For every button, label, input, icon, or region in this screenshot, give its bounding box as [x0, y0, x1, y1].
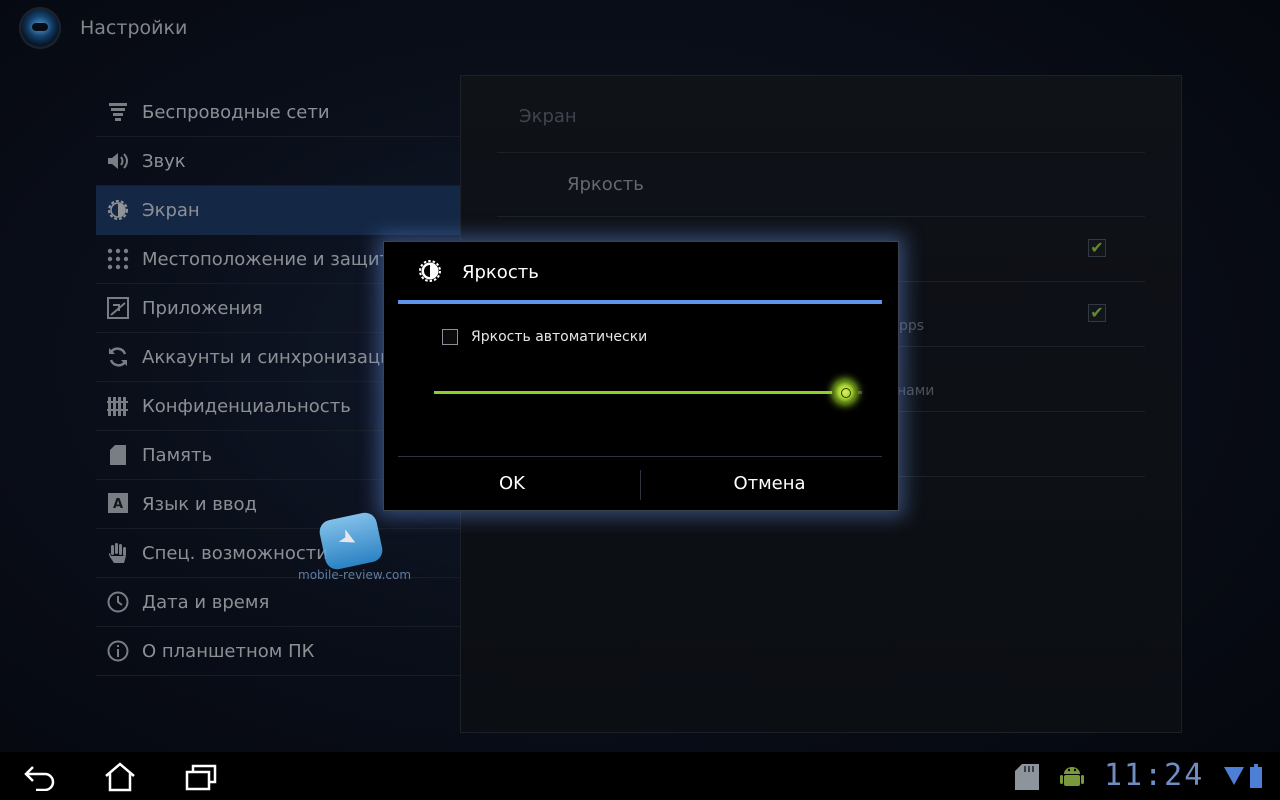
sd-card-notification-icon[interactable]: [1015, 764, 1039, 794]
watermark: mobile-review.com: [298, 510, 412, 586]
auto-brightness-label[interactable]: Яркость автоматически: [471, 329, 647, 345]
android-debug-icon[interactable]: [1060, 764, 1084, 794]
slider-fill: [434, 391, 845, 394]
home-icon: [105, 762, 135, 792]
brightness-icon: [419, 260, 441, 282]
ok-button[interactable]: OK: [384, 457, 640, 509]
brightness-slider[interactable]: [434, 374, 862, 414]
status-clock[interactable]: 11:24: [1104, 758, 1204, 793]
brightness-dialog: Яркость Яркость автоматически OK Отмена: [383, 241, 899, 511]
auto-brightness-checkbox[interactable]: [442, 329, 458, 345]
back-icon: [24, 766, 55, 791]
recent-apps-icon: [185, 764, 217, 791]
slider-thumb[interactable]: [831, 379, 858, 405]
dialog-title-divider: [398, 300, 882, 304]
dialog-title: Яркость: [462, 262, 539, 283]
back-button[interactable]: [20, 760, 60, 794]
watermark-text: mobile-review.com: [298, 568, 412, 582]
recent-apps-button[interactable]: [181, 760, 221, 794]
home-button[interactable]: [100, 760, 140, 794]
system-bar: 11:24: [0, 752, 1280, 800]
signal-strength-icon: [1224, 766, 1244, 790]
cancel-button[interactable]: Отмена: [641, 457, 898, 509]
watermark-logo-icon: [317, 510, 385, 572]
battery-icon: [1250, 764, 1262, 792]
